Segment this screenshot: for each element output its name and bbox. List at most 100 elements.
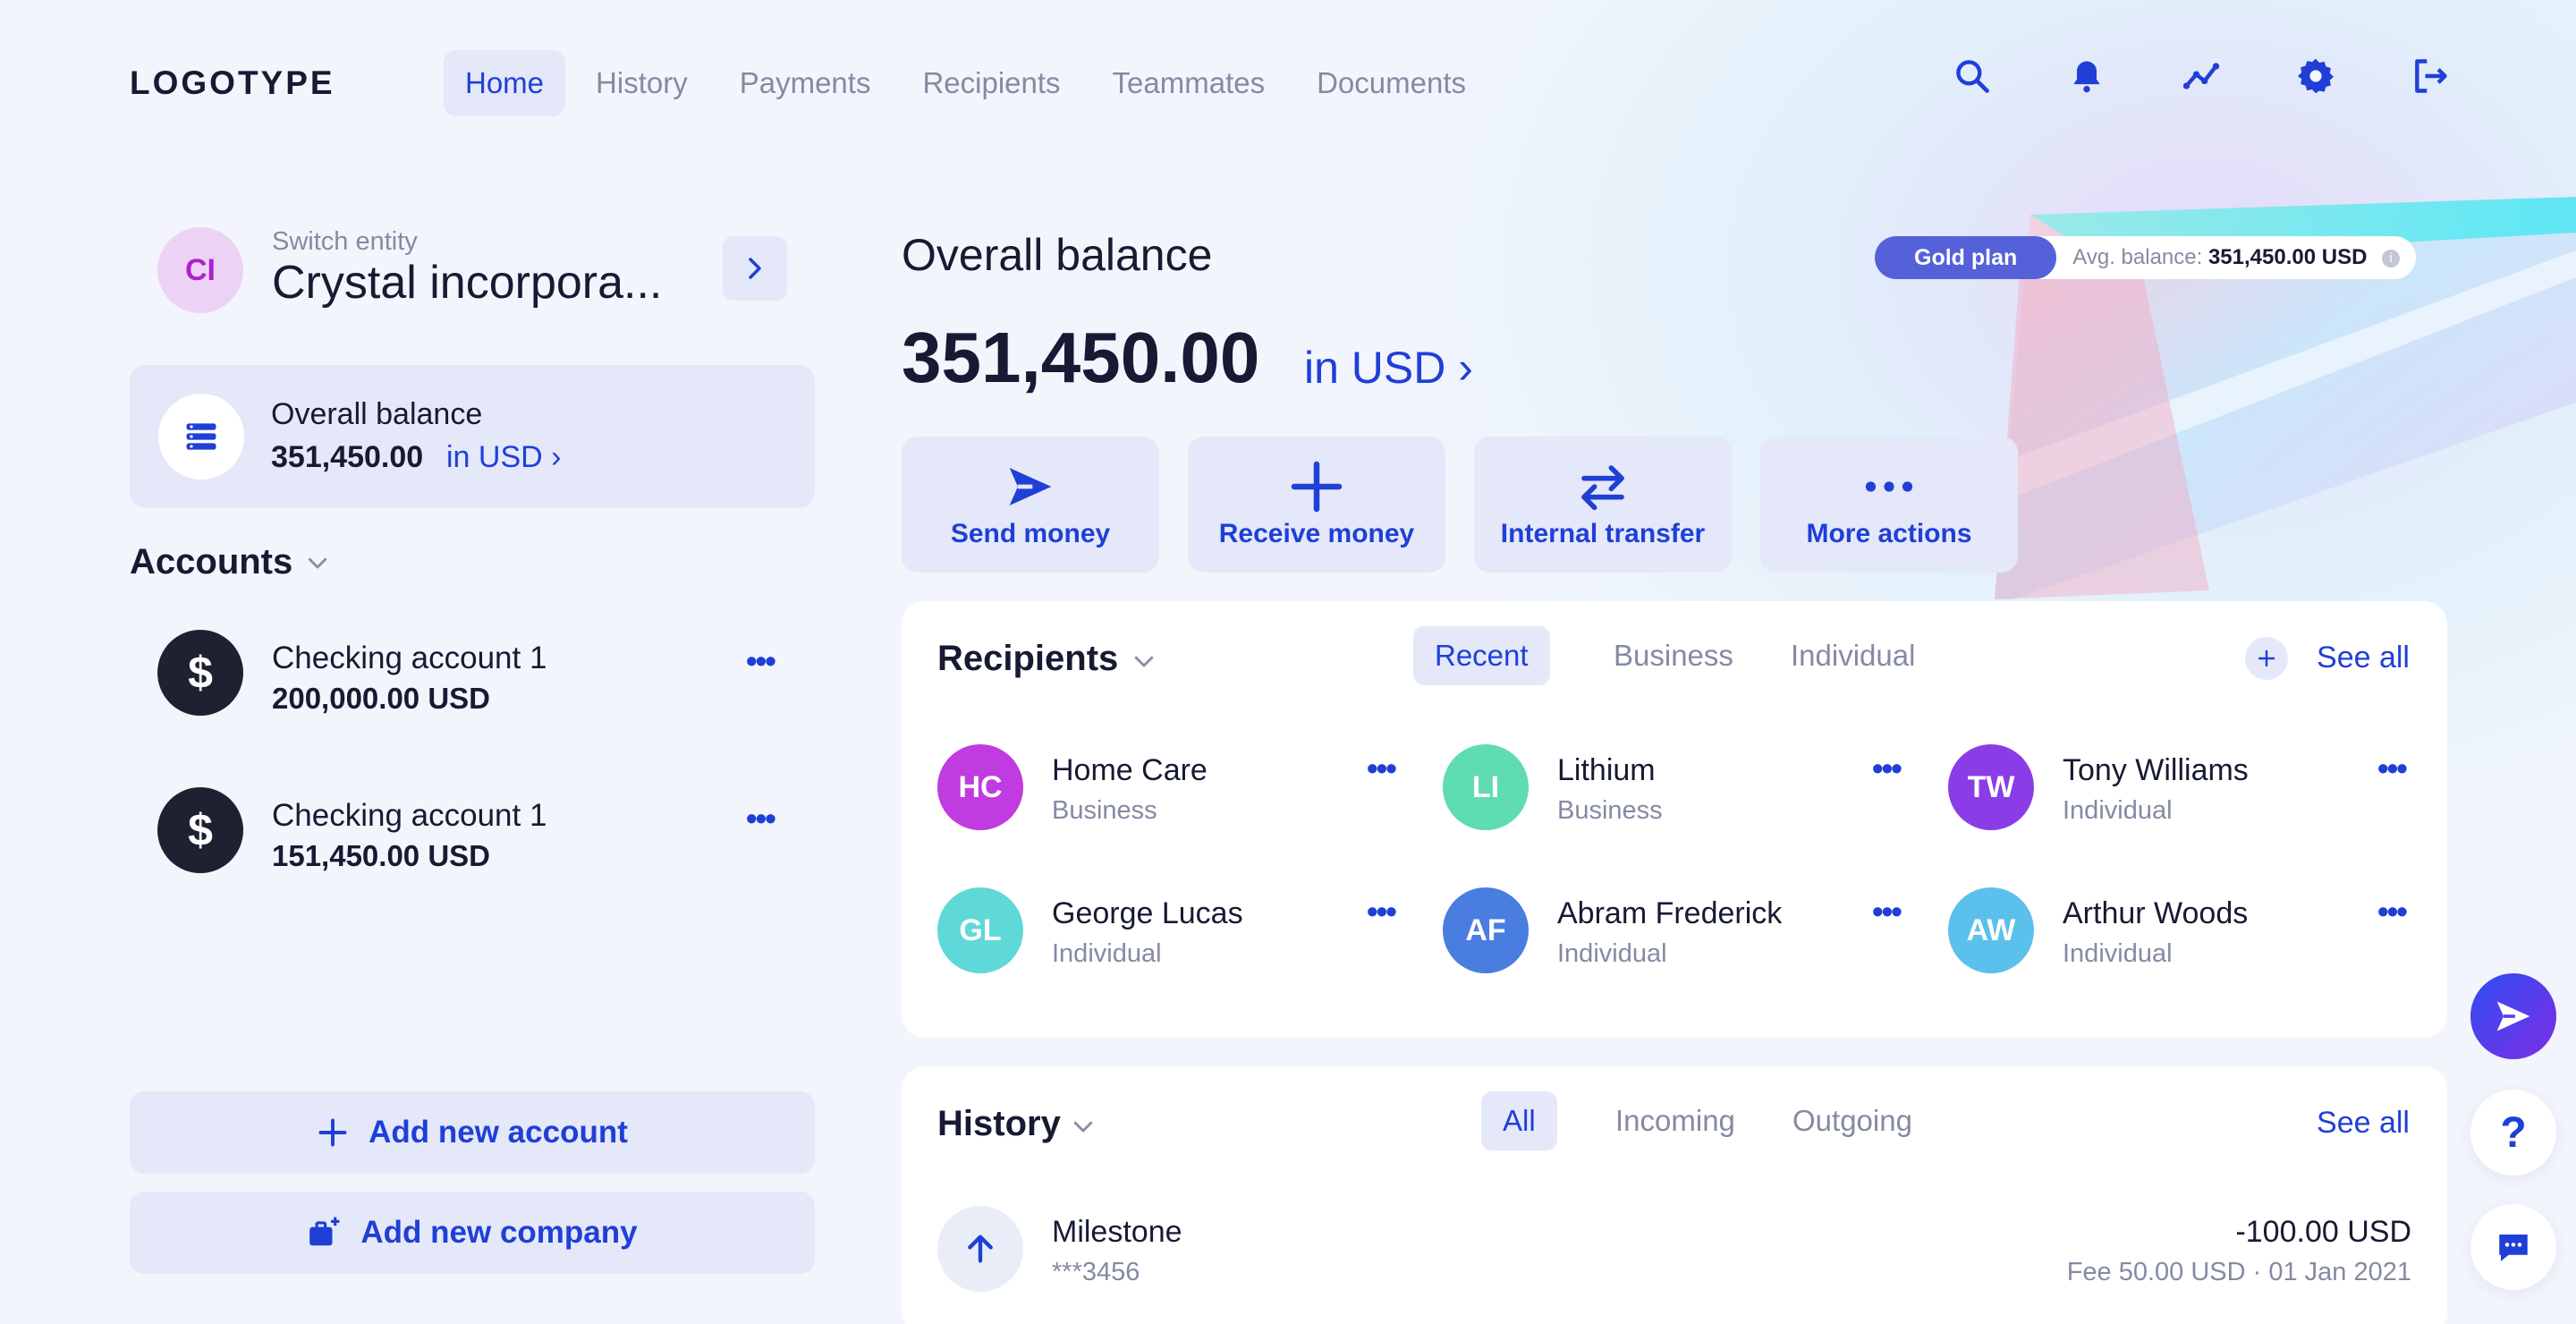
chevron-down-icon[interactable] [1070, 1113, 1097, 1140]
recipient-name: Tony Williams [2063, 753, 2249, 787]
logout-icon[interactable] [2410, 55, 2451, 97]
more-options-icon[interactable]: ••• [1367, 750, 1397, 787]
add-new-account-button[interactable]: Add new account [130, 1091, 815, 1174]
more-options-icon[interactable]: ••• [1367, 893, 1397, 930]
recipient-item[interactable]: LI Lithium Business ••• [1443, 744, 1908, 834]
plus-icon [2258, 649, 2275, 667]
tab-outgoing[interactable]: Outgoing [1771, 1091, 1934, 1150]
send-icon [1009, 468, 1052, 505]
history-see-all-link[interactable]: See all [2317, 1106, 2410, 1141]
tab-incoming[interactable]: Incoming [1594, 1091, 1757, 1150]
account-name: Checking account 1 [272, 798, 547, 833]
nav-documents[interactable]: Documents [1295, 50, 1487, 116]
nav-history[interactable]: History [574, 50, 709, 116]
overall-balance-title: Overall balance [902, 230, 1213, 280]
recipients-see-all-link[interactable]: See all [2317, 641, 2410, 675]
nav-teammates[interactable]: Teammates [1091, 50, 1287, 116]
send-icon [2496, 1001, 2530, 1031]
top-header: LOGOTYPE Home History Payments Recipient… [0, 0, 2576, 165]
more-options-icon[interactable]: ••• [2377, 750, 2408, 787]
info-icon[interactable]: i [2382, 249, 2401, 267]
recipient-avatar: HC [937, 744, 1023, 830]
bell-icon[interactable] [2066, 55, 2107, 97]
transfer-icon [1581, 465, 1624, 511]
account-item[interactable]: $ Checking account 1 200,000.00 USD ••• [157, 630, 794, 719]
switch-entity-button[interactable] [723, 236, 787, 301]
nav-recipients[interactable]: Recipients [901, 50, 1081, 116]
recipient-avatar: GL [937, 887, 1023, 973]
history-item-account: ***3456 [1052, 1258, 1140, 1286]
recipient-item[interactable]: AW Arthur Woods Individual ••• [1948, 887, 2413, 977]
dollar-icon: $ [157, 630, 243, 716]
plan-info: Gold plan Avg. balance: 351,450.00 USD i [1875, 236, 2417, 279]
balance-card-currency-link[interactable]: in USD › [446, 440, 561, 475]
plus-icon [318, 1118, 347, 1147]
recipient-item[interactable]: HC Home Care Business ••• [937, 744, 1402, 834]
chat-button[interactable] [2470, 1204, 2556, 1290]
more-options-icon[interactable]: ••• [746, 642, 776, 680]
plan-badge[interactable]: Gold plan [1875, 236, 2057, 279]
history-title[interactable]: History [937, 1104, 1061, 1144]
more-options-icon[interactable]: ••• [1872, 893, 1902, 930]
add-recipient-button[interactable] [2245, 637, 2288, 680]
stack-icon [158, 394, 244, 480]
chat-icon [2499, 1235, 2528, 1261]
overall-currency-link[interactable]: in USD › [1304, 342, 1473, 394]
more-options-icon[interactable]: ••• [1872, 750, 1902, 787]
chevron-down-icon[interactable] [1131, 648, 1157, 675]
internal-transfer-button[interactable]: Internal transfer [1474, 437, 1732, 573]
help-button[interactable]: ? [2470, 1090, 2556, 1175]
entity-switcher: CI Switch entity Crystal incorpora... [157, 227, 816, 317]
account-name: Checking account 1 [272, 641, 547, 675]
search-icon[interactable] [1952, 55, 1993, 97]
recipient-item[interactable]: TW Tony Williams Individual ••• [1948, 744, 2413, 834]
logo[interactable]: LOGOTYPE [130, 64, 335, 102]
avg-balance-value: 351,450.00 USD [2207, 245, 2368, 269]
internal-transfer-label: Internal transfer [1500, 519, 1706, 548]
entity-avatar: CI [157, 227, 243, 313]
entity-name: Crystal incorpora... [272, 257, 663, 309]
avg-balance: Avg. balance: 351,450.00 USD i [2072, 245, 2401, 270]
add-new-company-button[interactable]: Add new company [130, 1192, 815, 1274]
send-money-button[interactable]: Send money [902, 437, 1159, 573]
nav-payments[interactable]: Payments [718, 50, 893, 116]
account-amount: 151,450.00 USD [272, 839, 491, 872]
overall-balance-amount: 351,450.00 [902, 318, 1260, 397]
overall-balance-card[interactable]: Overall balance 351,450.00 in USD › [130, 365, 815, 508]
tab-business[interactable]: Business [1592, 626, 1755, 685]
quick-send-button[interactable] [2470, 973, 2556, 1059]
receive-money-label: Receive money [1218, 519, 1415, 548]
main-nav: Home History Payments Recipients Teammat… [444, 50, 1487, 116]
recipients-title[interactable]: Recipients [937, 639, 1118, 679]
nav-home[interactable]: Home [444, 50, 566, 116]
send-money-label: Send money [950, 519, 1111, 548]
tab-recent[interactable]: Recent [1413, 626, 1550, 685]
chevron-right-icon [749, 258, 761, 279]
recipient-avatar: AF [1443, 887, 1529, 973]
arrow-up-icon [937, 1206, 1023, 1292]
analytics-icon[interactable] [2181, 55, 2222, 97]
tab-individual[interactable]: Individual [1769, 626, 1936, 685]
gear-icon[interactable] [2295, 55, 2336, 97]
account-item[interactable]: $ Checking account 1 151,450.00 USD ••• [157, 787, 794, 877]
more-actions-button[interactable]: More actions [1760, 437, 2018, 573]
tab-all[interactable]: All [1481, 1091, 1557, 1150]
chevron-down-icon[interactable] [304, 549, 331, 576]
help-icon: ? [2500, 1108, 2527, 1157]
recipient-type: Business [1557, 796, 1663, 825]
accounts-title[interactable]: Accounts [130, 542, 292, 582]
header-actions [1952, 55, 2451, 97]
recipient-type: Individual [2063, 796, 2173, 825]
add-new-company-label: Add new company [360, 1215, 638, 1250]
history-panel: History All Incoming Outgoing See all Mi… [902, 1066, 2447, 1324]
account-amount: 200,000.00 USD [272, 682, 491, 715]
recipient-item[interactable]: GL George Lucas Individual ••• [937, 887, 1402, 977]
recipient-avatar: LI [1443, 744, 1529, 830]
more-options-icon[interactable]: ••• [2377, 893, 2408, 930]
recipient-name: Lithium [1557, 753, 1656, 787]
recipient-item[interactable]: AF Abram Frederick Individual ••• [1443, 887, 1908, 977]
receive-money-button[interactable]: Receive money [1188, 437, 1445, 573]
dollar-icon: $ [157, 787, 243, 873]
more-options-icon[interactable]: ••• [746, 800, 776, 837]
recipient-name: Home Care [1052, 753, 1208, 787]
